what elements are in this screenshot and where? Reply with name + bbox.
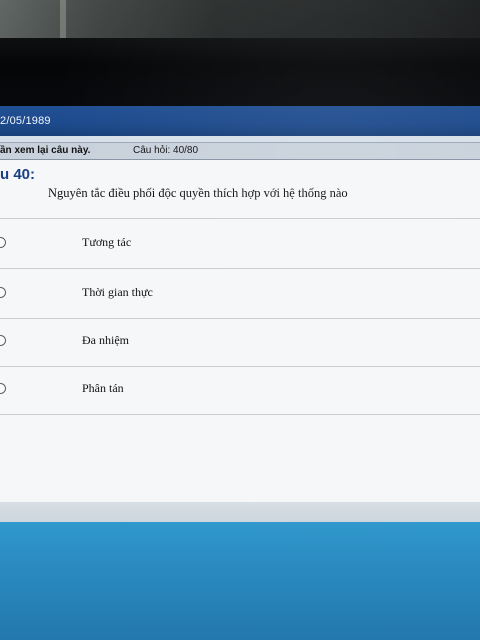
answer-option-4[interactable]: Phân tán [0, 366, 480, 414]
answer-label: Tương tác [82, 235, 132, 249]
question-text: Nguyên tắc điều phối độc quyền thích hợp… [48, 186, 348, 200]
answer-option-2[interactable]: Thời gian thực [0, 270, 480, 318]
answer-label: Thời gian thực [82, 285, 153, 299]
question-number: u 40: [0, 166, 36, 183]
monitor-photo: 2/05/1989 ần xem lại câu này. Câu hỏi: 4… [0, 0, 480, 640]
radio-button[interactable] [0, 383, 6, 394]
divider [0, 268, 480, 269]
status-bar: ần xem lại câu này. Câu hỏi: 40/80 [0, 143, 480, 160]
question-counter: Câu hỏi: 40/80 [133, 145, 199, 156]
window-bottom-border [0, 502, 480, 523]
radio-button[interactable] [0, 335, 6, 346]
answer-option-3[interactable]: Đa nhiệm [0, 318, 480, 366]
title-bar-separator [0, 136, 480, 143]
answer-label: Phân tán [82, 381, 124, 395]
review-question-link[interactable]: ần xem lại câu này. [0, 145, 90, 156]
divider [0, 414, 480, 415]
radio-button[interactable] [0, 287, 6, 298]
radio-button[interactable] [0, 237, 6, 248]
desktop-background [0, 522, 480, 640]
monitor-bezel [0, 0, 480, 38]
question-panel: u 40: Nguyên tắc điều phối độc quyền thí… [0, 160, 480, 510]
answer-option-1[interactable]: Tương tác [0, 220, 480, 268]
answer-label: Đa nhiệm [82, 333, 129, 347]
divider [0, 218, 480, 219]
exam-screen: 2/05/1989 ần xem lại câu này. Câu hỏi: 4… [0, 106, 480, 640]
title-bar: 2/05/1989 [0, 106, 480, 136]
date-label: 2/05/1989 [0, 115, 51, 127]
